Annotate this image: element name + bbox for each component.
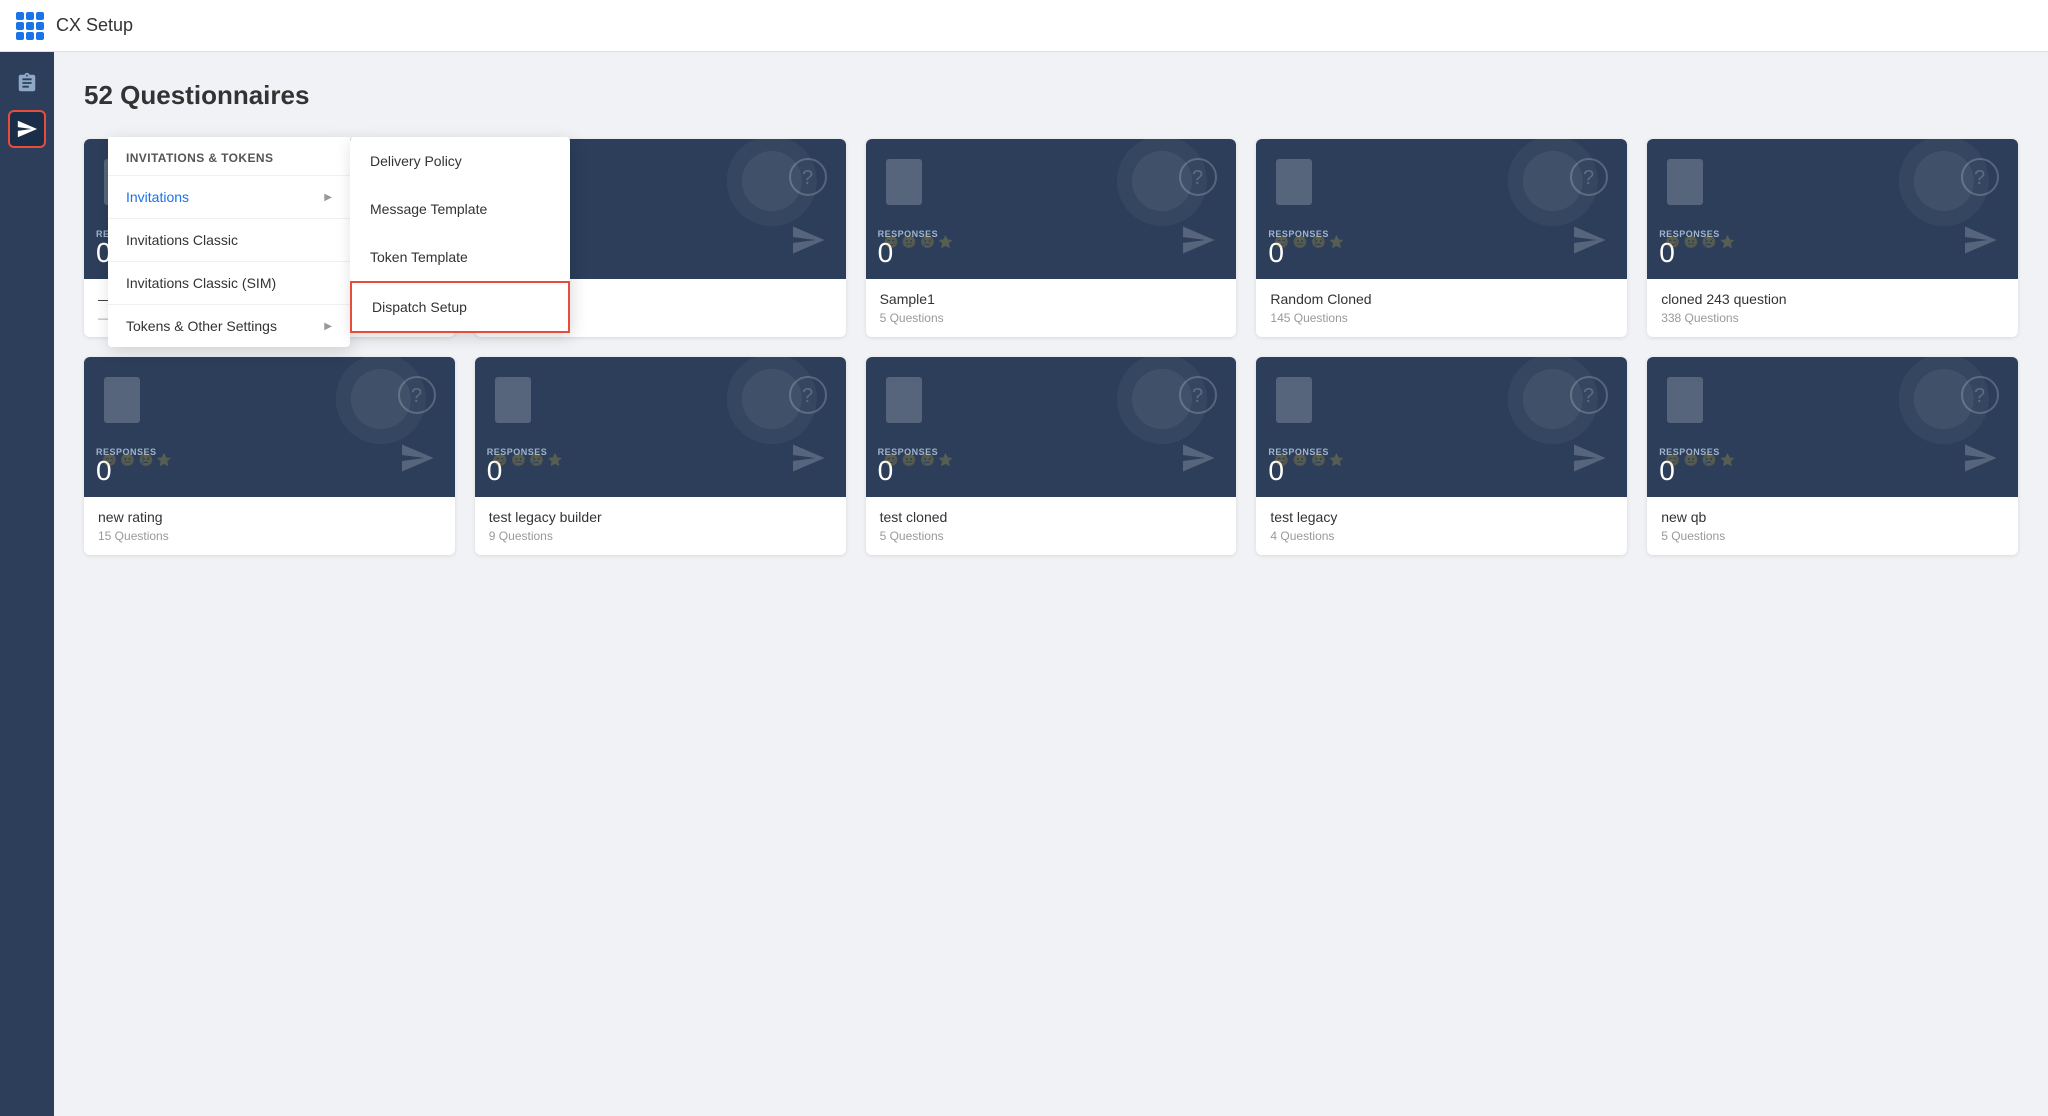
card-questions-test-legacy: 4 Questions [1270, 529, 1613, 543]
card-name-new-qb: new qb [1661, 509, 2004, 525]
card-questions-random-cloned: 145 Questions [1270, 311, 1613, 325]
submenu-dispatch-setup[interactable]: Dispatch Setup [350, 281, 570, 333]
chevron-right-icon: ▶ [324, 192, 332, 203]
topbar: CX Setup [0, 0, 2048, 52]
svg-text:?: ? [411, 385, 422, 407]
card-questions-sample1: 5 Questions [880, 311, 1223, 325]
menu-item-invitations-classic-sim[interactable]: Invitations Classic (SIM) [108, 262, 350, 304]
card-cloned-243[interactable]: ? 😊 😐 😢 ⭐ RESPONSES 0 cloned 243 questio… [1647, 139, 2018, 337]
questionnaire-label: Questionnaires [120, 80, 309, 110]
card-questions-new-qb: 5 Questions [1661, 529, 2004, 543]
questionnaire-count: 52 [84, 80, 113, 110]
svg-text:?: ? [1583, 167, 1594, 189]
app-title: CX Setup [56, 15, 133, 36]
card-new-qb[interactable]: ? 😊 😐 😢 ⭐ RESPONSES 0 new qb 5 Questions [1647, 357, 2018, 555]
main-layout: 52 Questionnaires ? RESPONSES 0 — [0, 52, 2048, 1116]
card-name-cloned243: cloned 243 question [1661, 291, 2004, 307]
svg-text:?: ? [1974, 385, 1985, 407]
left-panel-header: Invitations & Tokens [108, 137, 350, 176]
card-test-cloned[interactable]: ? 😊 😐 😢 ⭐ RESPONSES 0 test cloned 5 Ques… [866, 357, 1237, 555]
card-new-rating[interactable]: ? 😊 😐 😢 ⭐ RESPONSES 0 new rating 15 Ques… [84, 357, 455, 555]
card-questions-new-rating: 15 Questions [98, 529, 441, 543]
chevron-right-icon-2: ▶ [324, 321, 332, 332]
svg-text:?: ? [802, 167, 813, 189]
card-name-test-legacy-builder: test legacy builder [489, 509, 832, 525]
card-test-legacy-builder[interactable]: ? 😊 😐 😢 ⭐ RESPONSES 0 test legacy builde… [475, 357, 846, 555]
invitations-sidebar-icon[interactable] [8, 110, 46, 148]
left-panel: Invitations & Tokens Invitations ▶ Invit… [108, 137, 350, 347]
svg-text:?: ? [802, 385, 813, 407]
content-area: 52 Questionnaires ? RESPONSES 0 — [54, 52, 2048, 1116]
card-name-sample1: Sample1 [880, 291, 1223, 307]
right-submenu: Delivery Policy Message Template Token T… [350, 137, 570, 333]
svg-text:?: ? [1192, 167, 1203, 189]
page-title: 52 Questionnaires [84, 80, 2018, 111]
menu-item-tokens-other[interactable]: Tokens & Other Settings ▶ [108, 305, 350, 347]
card-test-legacy[interactable]: ? 😊 😐 😢 ⭐ RESPONSES 0 test legacy 4 Ques… [1256, 357, 1627, 555]
submenu-message-template[interactable]: Message Template [350, 185, 570, 233]
card-questions-cloned243: 338 Questions [1661, 311, 2004, 325]
clipboard-sidebar-icon[interactable] [8, 64, 46, 102]
card-name-random-cloned: Random Cloned [1270, 291, 1613, 307]
menu-item-invitations-classic[interactable]: Invitations Classic [108, 219, 350, 261]
sidebar [0, 52, 54, 1116]
card-sample1[interactable]: ? 😊 😐 😢 ⭐ RESPONSES 0 Sample1 5 Question… [866, 139, 1237, 337]
submenu-token-template[interactable]: Token Template [350, 233, 570, 281]
svg-text:?: ? [1192, 385, 1203, 407]
card-random-cloned[interactable]: ? 😊 😐 😢 ⭐ RESPONSES 0 Random Cloned 145 … [1256, 139, 1627, 337]
card-questions-test-legacy-builder: 9 Questions [489, 529, 832, 543]
card-questions-test-cloned: 5 Questions [880, 529, 1223, 543]
card-name-test-legacy: test legacy [1270, 509, 1613, 525]
card-name-test-cloned: test cloned [880, 509, 1223, 525]
svg-text:?: ? [1583, 385, 1594, 407]
app-grid-icon[interactable] [16, 12, 44, 40]
menu-item-invitations[interactable]: Invitations ▶ [108, 176, 350, 218]
submenu-delivery-policy[interactable]: Delivery Policy [350, 137, 570, 185]
card-name-new-rating: new rating [98, 509, 441, 525]
svg-text:?: ? [1974, 167, 1985, 189]
